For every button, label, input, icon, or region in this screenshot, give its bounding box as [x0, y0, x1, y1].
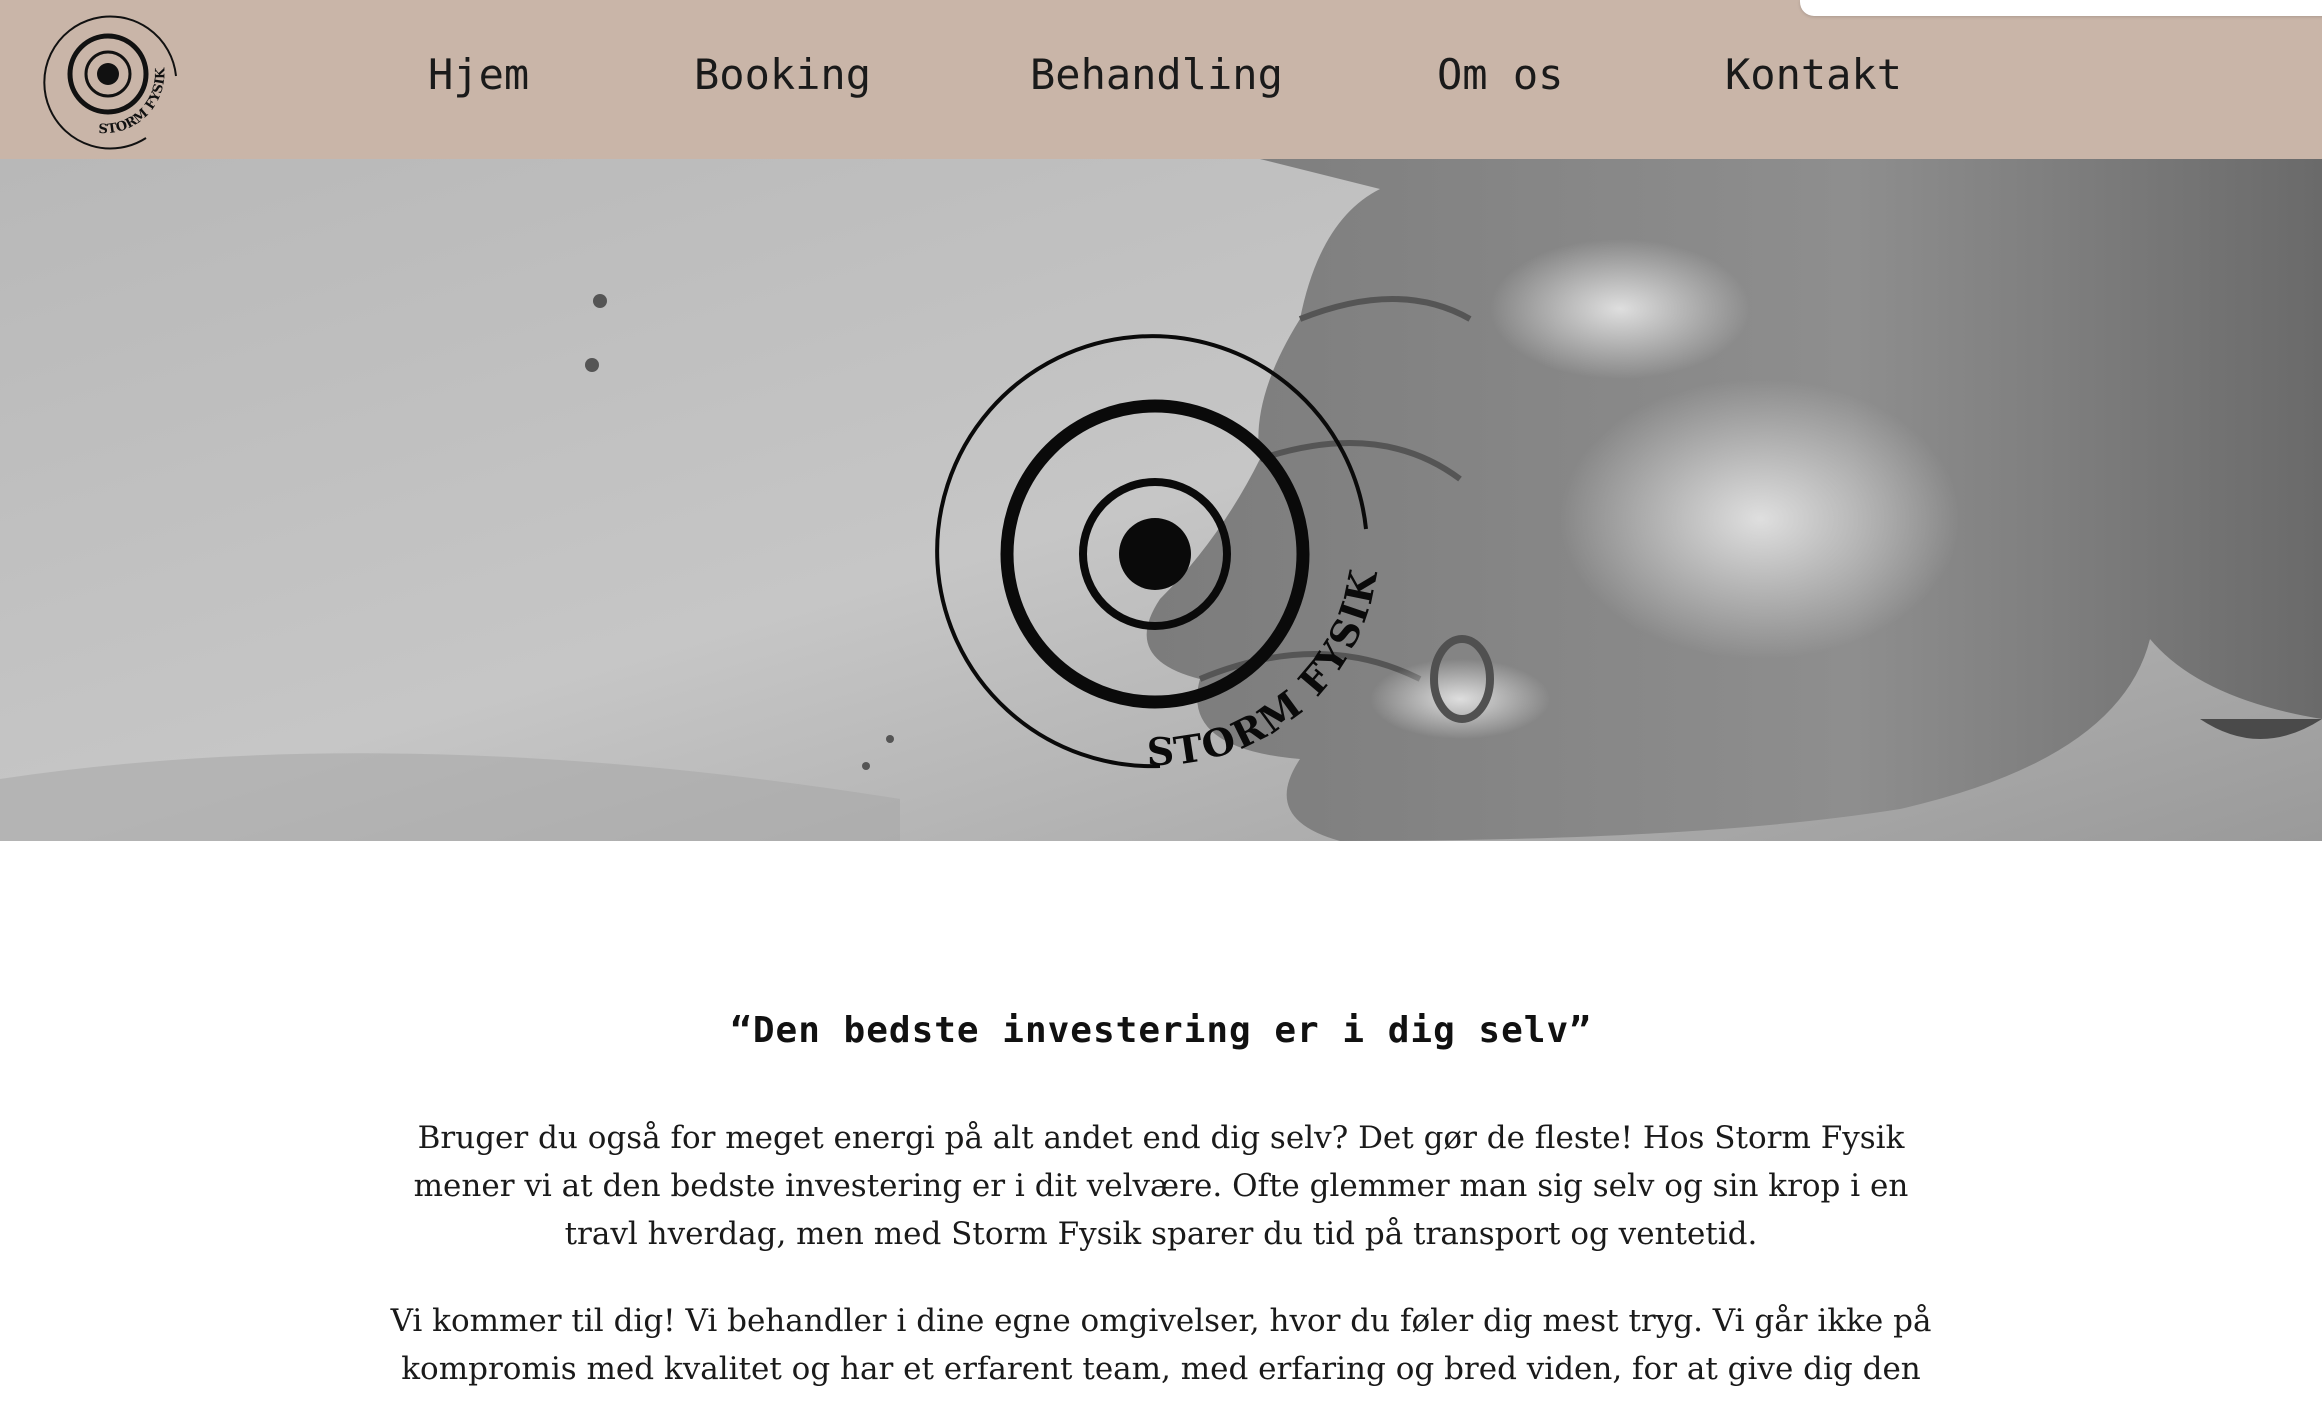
- nav-link-kontakt[interactable]: Kontakt: [1725, 50, 1902, 99]
- second-paragraph: Vi kommer til dig! Vi behandler i dine e…: [390, 1303, 1932, 1387]
- page-quote-heading: “Den bedste investering er i dig selv”: [730, 1010, 1592, 1051]
- nav-link-hjem[interactable]: Hjem: [428, 50, 529, 99]
- browser-overlay-tab: [1800, 0, 2322, 16]
- nav-link-om-os[interactable]: Om os: [1437, 50, 1563, 99]
- storm-fysik-logo-link[interactable]: STORM FYSIK: [36, 6, 188, 158]
- nav-link-booking[interactable]: Booking: [694, 50, 871, 99]
- hero-banner: STORM FYSIK: [0, 159, 2322, 841]
- intro-paragraph: Bruger du også for meget energi på alt a…: [413, 1120, 1909, 1252]
- top-navigation-bar: STORM FYSIK Hjem Booking Behandling Om o…: [0, 0, 2322, 159]
- storm-fysik-logo-icon: STORM FYSIK: [43, 15, 177, 150]
- hero-massage-image: STORM FYSIK: [0, 159, 2322, 841]
- nav-link-behandling[interactable]: Behandling: [1030, 50, 1283, 99]
